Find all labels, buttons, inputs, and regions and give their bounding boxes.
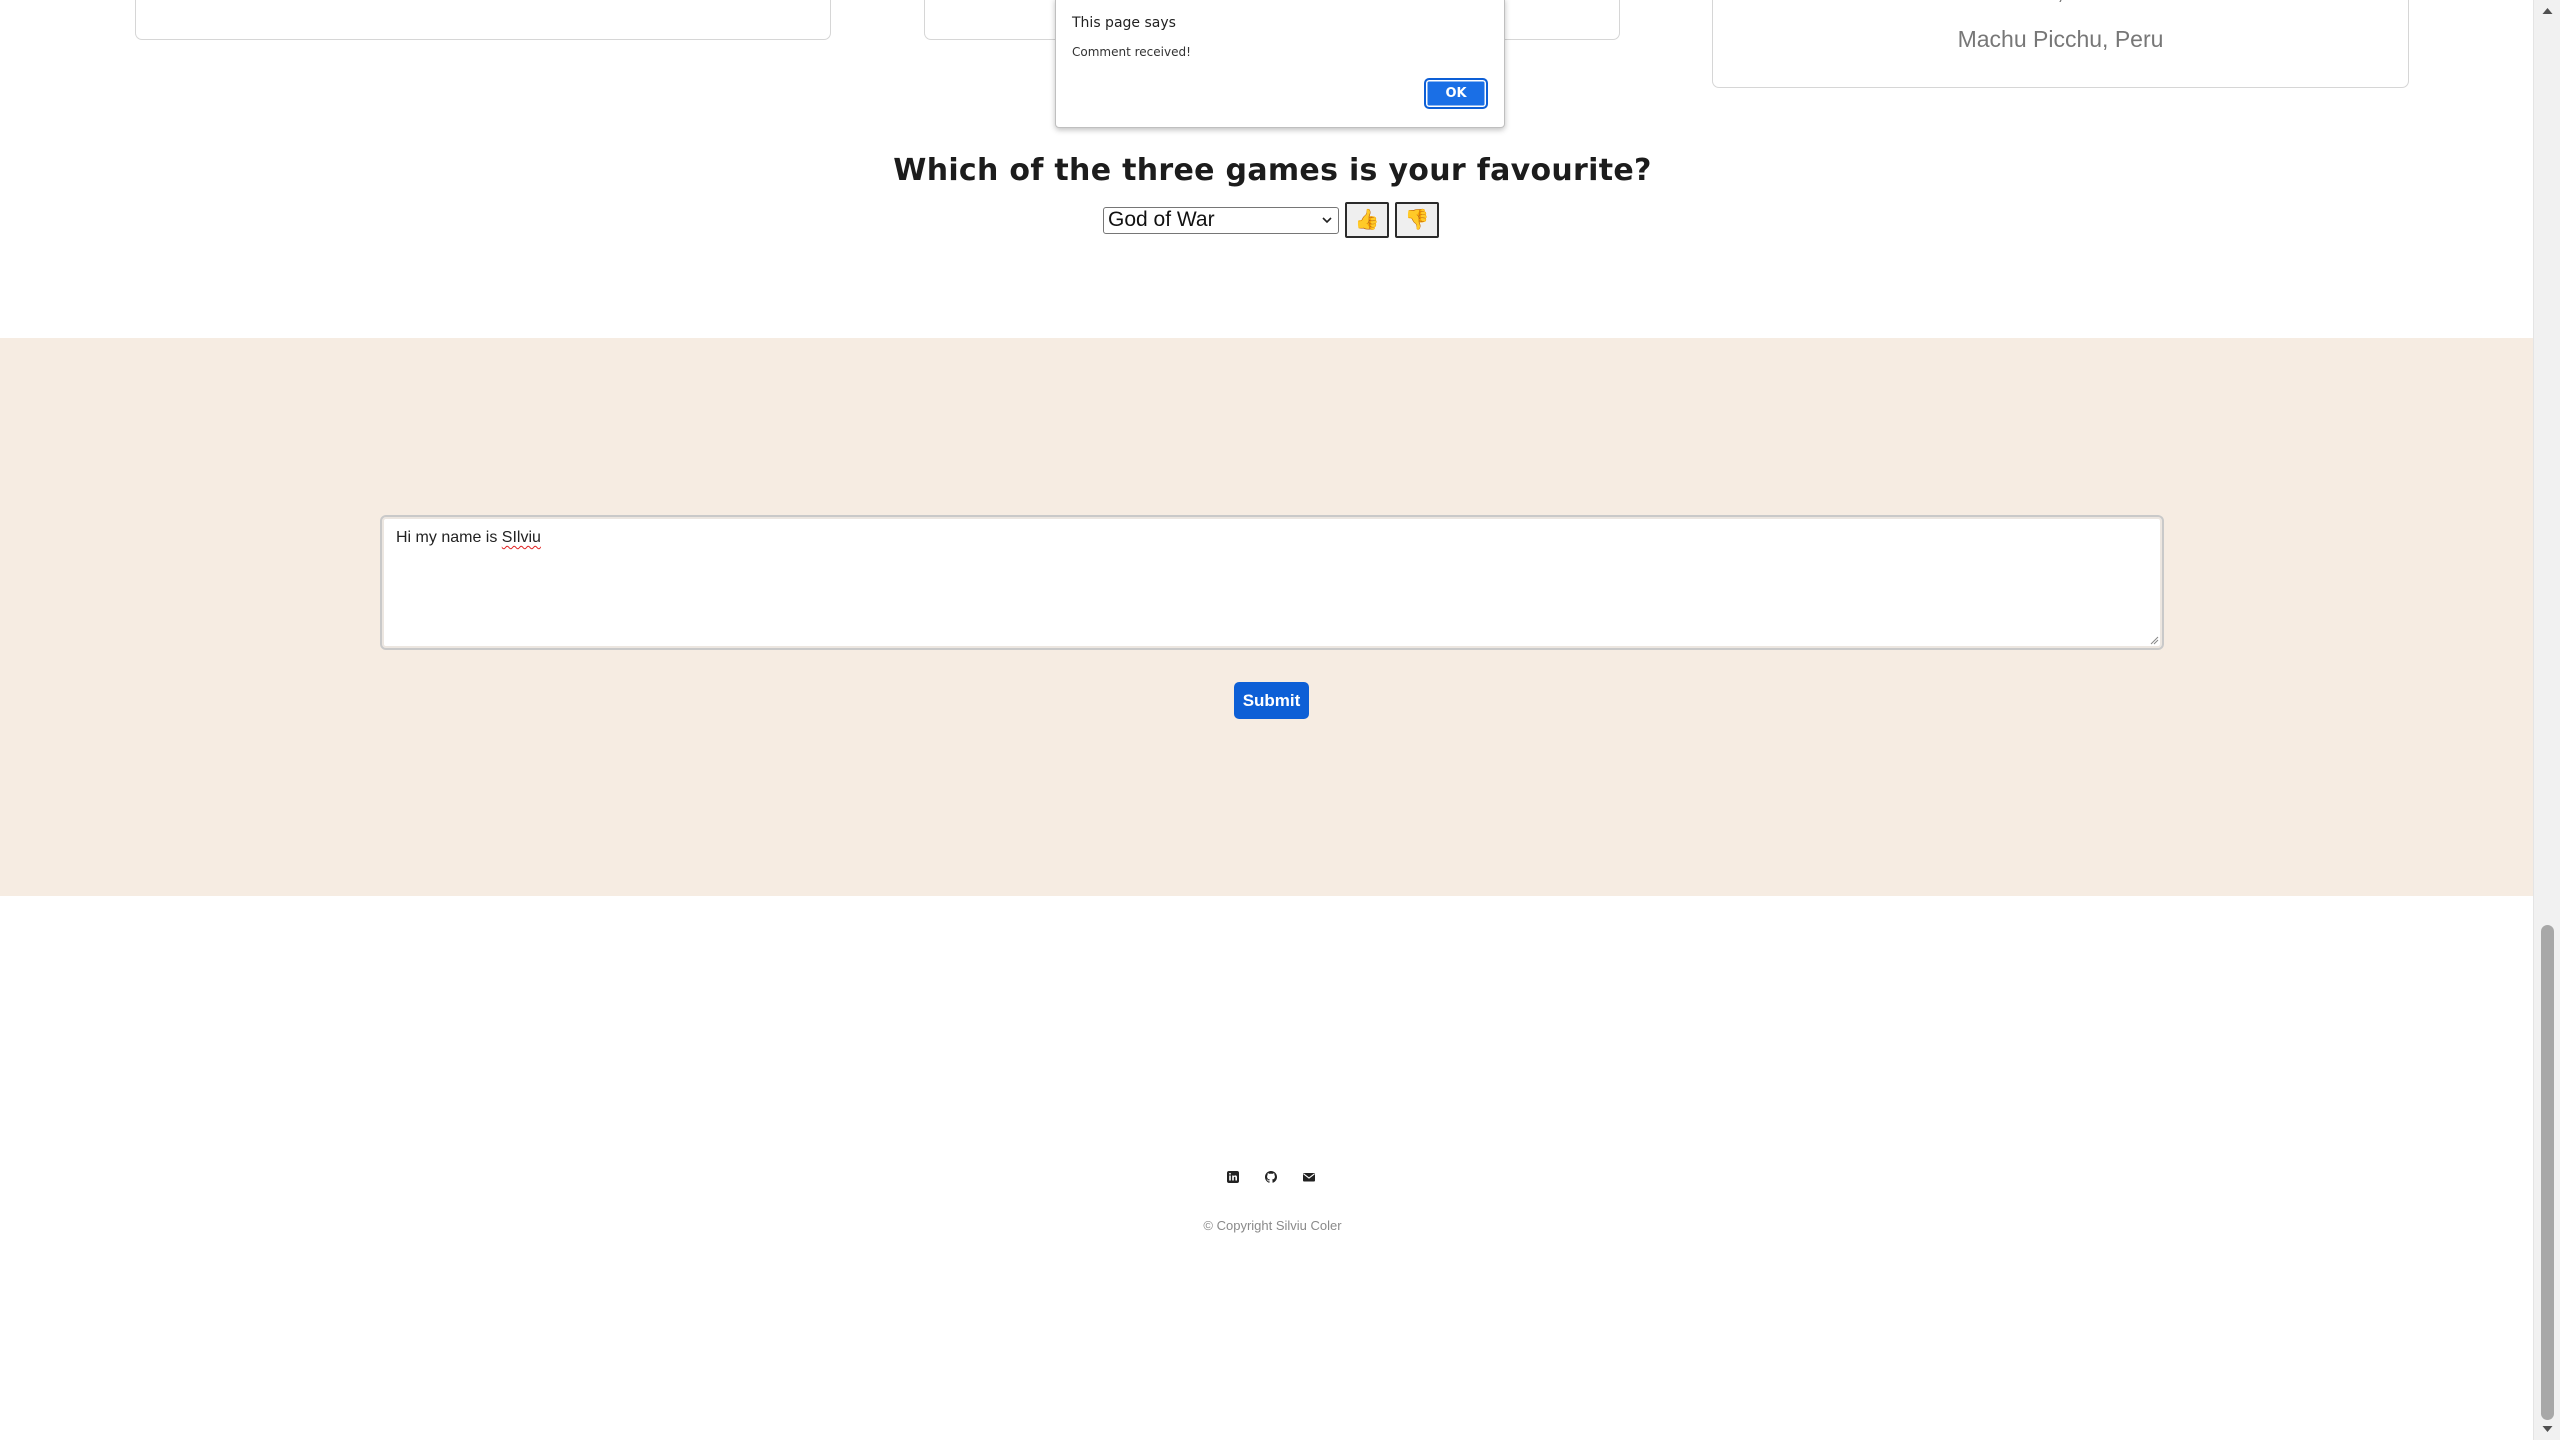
game-select-value: God of War xyxy=(1108,208,1215,231)
thumbs-down-button[interactable]: 👎 xyxy=(1395,202,1439,238)
email-icon[interactable] xyxy=(1302,1170,1316,1184)
copyright-text: © Copyright Silviu Coler xyxy=(1203,1218,1342,1233)
linkedin-icon[interactable] xyxy=(1226,1170,1240,1184)
card-caption-partial: , xyxy=(1713,0,2408,5)
scroll-up-arrow-icon[interactable] xyxy=(2542,7,2553,15)
card-caption: Machu Picchu, Peru xyxy=(1957,26,2164,52)
thumbs-down-icon: 👎 xyxy=(1404,209,1430,231)
attraction-card: , Machu Picchu, Peru xyxy=(1712,0,2409,88)
comment-text: Hi my name is xyxy=(396,529,502,546)
thumbs-up-button[interactable]: 👍 xyxy=(1345,202,1389,238)
scroll-thumb[interactable] xyxy=(2541,925,2554,1420)
alert-title: This page says xyxy=(1072,15,1176,31)
social-links xyxy=(1226,1170,1316,1184)
page: , Machu Picchu, Peru Which of the three … xyxy=(0,0,2545,1440)
page-scrollbar[interactable] xyxy=(2533,0,2560,1440)
github-icon[interactable] xyxy=(1264,1170,1278,1184)
chevron-down-icon xyxy=(1322,217,1332,224)
comment-section: Hi my name is SIlviu Submit xyxy=(0,338,2545,896)
alert-message: Comment received! xyxy=(1072,45,1191,59)
game-select[interactable]: God of War xyxy=(1103,206,1339,234)
resize-grip-icon[interactable] xyxy=(2149,635,2159,645)
comment-misspelled-word: SIlviu xyxy=(501,529,541,546)
games-vote-row: God of War 👍 👎 xyxy=(1103,202,1439,238)
alert-ok-button[interactable]: OK xyxy=(1424,78,1488,109)
comment-textarea[interactable]: Hi my name is SIlviu xyxy=(380,515,2164,650)
alert-dialog: This page says Comment received! OK xyxy=(1055,0,1505,128)
submit-button[interactable]: Submit xyxy=(1234,682,1309,719)
scroll-down-arrow-icon[interactable] xyxy=(2542,1425,2553,1433)
games-question-heading: Which of the three games is your favouri… xyxy=(893,153,1652,188)
attraction-card xyxy=(135,0,831,40)
thumbs-up-icon: 👍 xyxy=(1354,209,1380,231)
